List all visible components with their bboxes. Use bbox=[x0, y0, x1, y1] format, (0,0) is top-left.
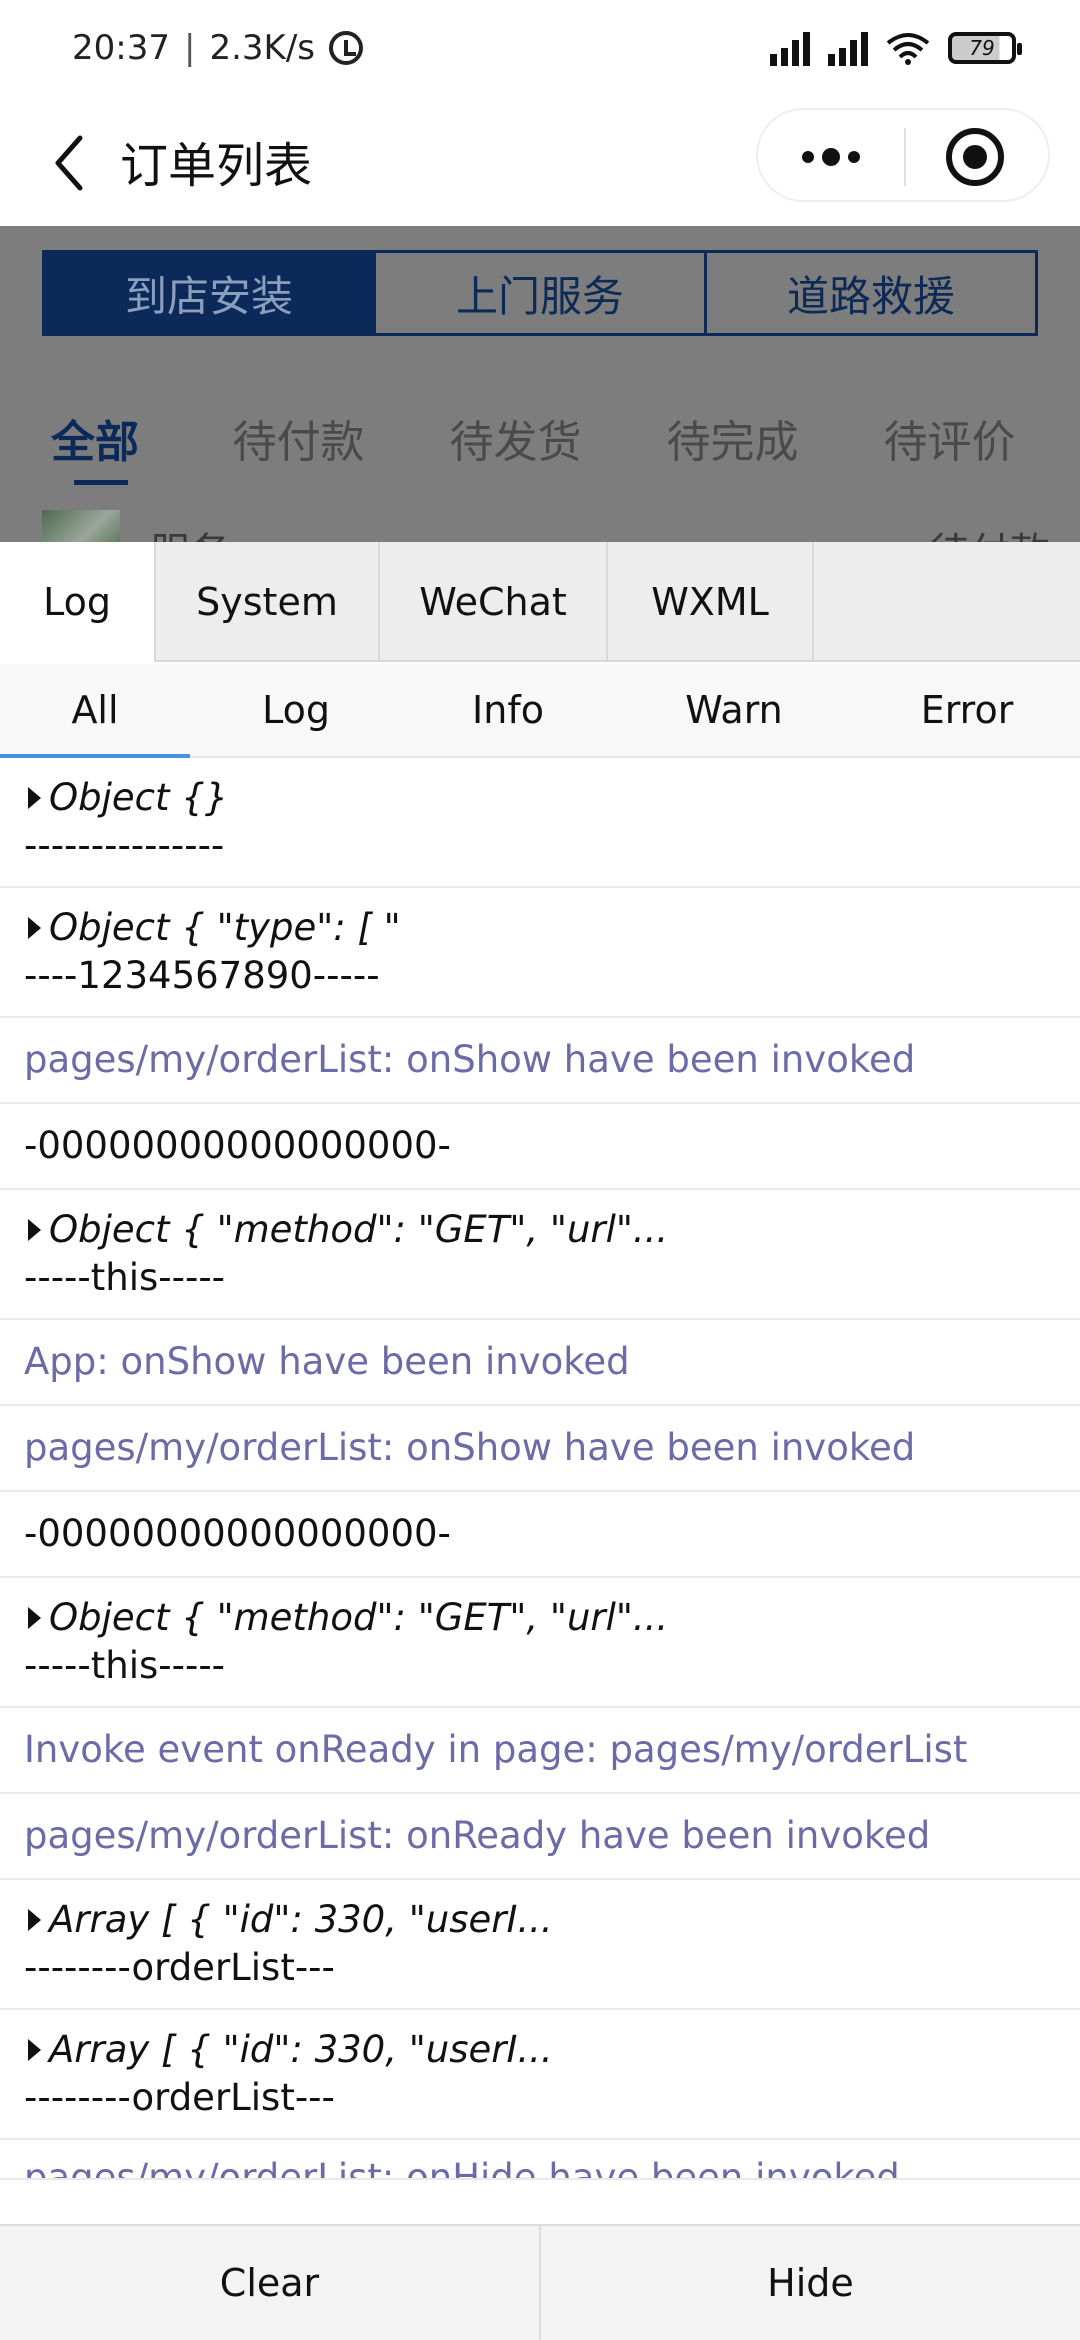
segment-in-store-install[interactable]: 到店安装 bbox=[45, 253, 376, 333]
expand-caret-icon[interactable] bbox=[28, 1219, 41, 1241]
object-preview: Object { "type": [ " bbox=[49, 906, 401, 949]
tab-wechat[interactable]: WeChat bbox=[380, 542, 608, 662]
filter-error[interactable]: Error bbox=[854, 664, 1080, 756]
page-behind-overlay: 到店安装 上门服务 道路救援 全部 待付款 待发货 待完成 待评价 服务 待付款 bbox=[0, 226, 1080, 542]
order-tab-pending-review[interactable]: 待评价 bbox=[841, 396, 1058, 486]
console-main-tabs: Log System WeChat WXML bbox=[0, 542, 1080, 662]
service-type-segmented-control: 到店安装 上门服务 道路救援 bbox=[42, 250, 1038, 336]
order-row-status: 待付款 bbox=[930, 520, 1050, 542]
log-entry-object[interactable]: Object {} --------------- bbox=[0, 758, 1080, 888]
log-entry-plain: -00000000000000000- bbox=[0, 1104, 1080, 1190]
status-right: 79 bbox=[770, 30, 1022, 66]
log-text: ----1234567890----- bbox=[24, 954, 380, 997]
log-entry-info: Invoke event onReady in page: pages/my/o… bbox=[0, 1708, 1080, 1794]
order-tab-all[interactable]: 全部 bbox=[0, 396, 190, 486]
status-separator: | bbox=[183, 28, 196, 68]
log-text: --------orderList--- bbox=[24, 1946, 335, 1989]
signal-hd-icon bbox=[770, 30, 810, 66]
console-bottom-bar: Clear Hide bbox=[0, 2224, 1080, 2340]
tab-log[interactable]: Log bbox=[0, 542, 156, 662]
object-preview: Array [ { "id": 330, "userI... bbox=[49, 1898, 553, 1941]
order-tab-pending-completion[interactable]: 待完成 bbox=[624, 396, 841, 486]
expand-caret-icon[interactable] bbox=[28, 1607, 41, 1629]
more-icon[interactable] bbox=[796, 140, 866, 174]
expand-caret-icon[interactable] bbox=[28, 917, 41, 939]
log-text: -----this----- bbox=[24, 1644, 226, 1687]
status-bar: 20:37 | 2.3K/s 79 bbox=[0, 0, 1080, 100]
tab-system[interactable]: System bbox=[156, 542, 380, 662]
page-title: 订单列表 bbox=[120, 138, 313, 194]
vconsole-panel: Log System WeChat WXML All Log Info Warn… bbox=[0, 542, 1080, 2340]
filter-log[interactable]: Log bbox=[190, 664, 402, 756]
tab-wxml[interactable]: WXML bbox=[608, 542, 814, 662]
log-entry-info: pages/my/orderList: onReady have been in… bbox=[0, 1794, 1080, 1880]
log-entry-object[interactable]: Array [ { "id": 330, "userI... --------o… bbox=[0, 2010, 1080, 2140]
mini-program-capsule bbox=[756, 108, 1050, 202]
log-entry-plain: -00000000000000000- bbox=[0, 1492, 1080, 1578]
log-entry-object[interactable]: Array [ { "id": 330, "userI... --------o… bbox=[0, 1880, 1080, 2010]
order-tab-pending-shipment[interactable]: 待发货 bbox=[407, 396, 624, 486]
status-time: 20:37 bbox=[72, 28, 170, 68]
object-preview: Object { "method": "GET", "url"... bbox=[49, 1596, 669, 1639]
net-speed: 2.3K/s bbox=[209, 28, 315, 68]
log-entry-object[interactable]: Object { "type": [ " ----1234567890----- bbox=[0, 888, 1080, 1018]
order-tab-pending-payment[interactable]: 待付款 bbox=[190, 396, 407, 486]
expand-caret-icon[interactable] bbox=[28, 787, 41, 809]
back-arrow-icon[interactable] bbox=[44, 128, 104, 198]
status-left: 20:37 | 2.3K/s bbox=[72, 28, 363, 68]
object-preview: Object { "method": "GET", "url"... bbox=[49, 1208, 669, 1251]
log-entry-info: pages/my/orderList: onShow have been inv… bbox=[0, 1406, 1080, 1492]
filter-info[interactable]: Info bbox=[402, 664, 614, 756]
order-row-name: 服务 bbox=[150, 520, 230, 542]
log-entry-info: App: onShow have been invoked bbox=[0, 1320, 1080, 1406]
order-status-tabs: 全部 待付款 待发货 待完成 待评价 bbox=[0, 396, 1080, 486]
log-entry-object[interactable]: Object { "method": "GET", "url"... -----… bbox=[0, 1578, 1080, 1708]
log-filter-tabs: All Log Info Warn Error bbox=[0, 664, 1080, 758]
log-list: Object {} --------------- Object { "type… bbox=[0, 758, 1080, 2224]
segment-onsite-service[interactable]: 上门服务 bbox=[376, 253, 707, 333]
log-text: --------------- bbox=[24, 824, 225, 867]
capsule-divider bbox=[904, 128, 906, 186]
log-entry-object[interactable]: Object { "method": "GET", "url"... -----… bbox=[0, 1190, 1080, 1320]
object-preview: Object {} bbox=[49, 776, 229, 819]
expand-caret-icon[interactable] bbox=[28, 1909, 41, 1931]
hide-button[interactable]: Hide bbox=[541, 2226, 1080, 2340]
close-mini-program-icon[interactable] bbox=[946, 128, 1004, 186]
order-thumbnail bbox=[42, 510, 120, 542]
log-entry-info: pages/my/orderList: onShow have been inv… bbox=[0, 1018, 1080, 1104]
battery-icon: 79 bbox=[948, 32, 1022, 64]
order-row: 服务 待付款 bbox=[0, 506, 1080, 542]
signal-icon bbox=[828, 30, 868, 66]
log-entry-info-clipped: pages/my/orderList: onHide have been inv… bbox=[0, 2140, 1080, 2180]
object-preview: Array [ { "id": 330, "userI... bbox=[49, 2028, 553, 2071]
filter-all[interactable]: All bbox=[0, 664, 190, 758]
expand-caret-icon[interactable] bbox=[28, 2039, 41, 2061]
alarm-clock-icon bbox=[329, 31, 363, 65]
log-text: -----this----- bbox=[24, 1256, 226, 1299]
filter-warn[interactable]: Warn bbox=[614, 664, 854, 756]
nav-bar: 订单列表 bbox=[0, 100, 1080, 226]
segment-road-rescue[interactable]: 道路救援 bbox=[707, 253, 1035, 333]
wifi-icon bbox=[886, 31, 930, 65]
log-text: --------orderList--- bbox=[24, 2076, 335, 2119]
clear-button[interactable]: Clear bbox=[0, 2226, 541, 2340]
